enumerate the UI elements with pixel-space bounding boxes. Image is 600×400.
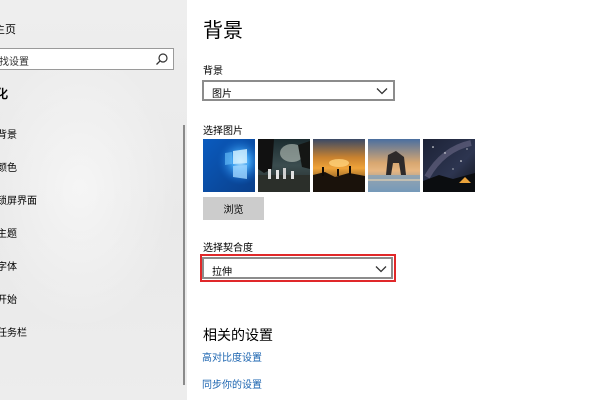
search-icon bbox=[156, 53, 168, 65]
background-dropdown-value: 图片 bbox=[212, 89, 232, 100]
sidebar-home-link[interactable]: 主页 bbox=[0, 21, 16, 37]
sidebar-section-title: 化 bbox=[0, 87, 9, 101]
sidebar-item-themes[interactable]: 主题 bbox=[0, 225, 17, 240]
search-input[interactable]: 找设置 bbox=[0, 48, 174, 70]
sidebar-item-lock-screen[interactable]: 锁屏界面 bbox=[0, 192, 37, 207]
page-title: 背景 bbox=[203, 18, 243, 42]
sidebar-item-start[interactable]: 开始 bbox=[0, 291, 17, 306]
thumbnail-beach-rocks-night[interactable] bbox=[258, 139, 310, 192]
background-dropdown[interactable]: 图片 bbox=[202, 80, 395, 101]
sync-settings-link[interactable]: 同步你的设置 bbox=[202, 376, 262, 391]
sidebar-item-fonts[interactable]: 字体 bbox=[0, 258, 17, 273]
thumbnail-starry-night-tent[interactable] bbox=[423, 139, 475, 192]
related-settings-title: 相关的设置 bbox=[203, 328, 273, 344]
fit-dropdown[interactable]: 拉伸 bbox=[202, 257, 393, 279]
sidebar-item-background[interactable]: 背景 bbox=[0, 126, 17, 141]
search-placeholder: 找设置 bbox=[0, 57, 29, 68]
background-label: 背景 bbox=[203, 66, 223, 77]
chevron-down-icon bbox=[376, 88, 388, 95]
thumbnail-rock-arch-sunset[interactable] bbox=[368, 139, 420, 192]
high-contrast-settings-link[interactable]: 高对比度设置 bbox=[202, 349, 262, 364]
thumbnail-windows-hero-blue[interactable] bbox=[203, 139, 255, 192]
chevron-down-icon bbox=[375, 266, 387, 273]
thumbnail-sunset-figures[interactable] bbox=[313, 139, 365, 192]
choose-fit-label: 选择契合度 bbox=[203, 243, 253, 254]
sidebar-item-colors[interactable]: 颜色 bbox=[0, 159, 17, 174]
sidebar-scrollbar[interactable] bbox=[183, 125, 185, 385]
picture-thumbnails bbox=[203, 139, 475, 192]
sidebar-item-taskbar[interactable]: 任务栏 bbox=[0, 324, 27, 339]
fit-dropdown-value: 拉伸 bbox=[212, 267, 232, 278]
sidebar: 主页 找设置 化 背景 颜色 锁屏界面 主题 字体 开始 任务栏 bbox=[0, 0, 187, 400]
browse-button[interactable]: 浏览 bbox=[203, 197, 264, 220]
choose-picture-label: 选择图片 bbox=[203, 126, 243, 137]
